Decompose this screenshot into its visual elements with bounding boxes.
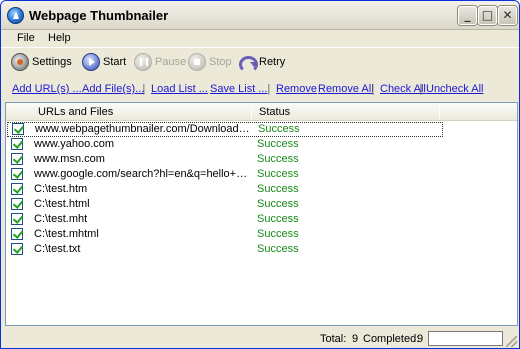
table-row[interactable]: www.webpagethumbnailer.com/Download.html…	[7, 122, 443, 137]
load-list-link[interactable]: Load List ...	[151, 83, 208, 95]
row-checkbox[interactable]	[11, 153, 23, 165]
settings-button[interactable]: Settings	[11, 52, 72, 72]
url-cell: www.msn.com	[34, 153, 105, 165]
total-label: Total:	[320, 333, 347, 345]
status-cell: Success	[257, 243, 299, 255]
pause-button[interactable]: Pause	[134, 52, 186, 72]
total-value: 9	[352, 333, 359, 345]
remove-link[interactable]: Remove	[276, 83, 317, 95]
status-cell: Success	[257, 213, 299, 225]
play-icon	[82, 53, 100, 71]
row-checkbox[interactable]	[11, 138, 23, 150]
status-cell: Success	[258, 123, 300, 135]
url-cell: C:\test.htm	[34, 183, 88, 195]
column-divider[interactable]	[439, 105, 440, 119]
status-cell: Success	[257, 153, 299, 165]
close-button[interactable]: ✕	[498, 6, 517, 25]
resize-grip[interactable]	[506, 336, 517, 347]
status-cell: Success	[257, 198, 299, 210]
column-divider[interactable]	[251, 105, 252, 119]
table-row[interactable]: www.msn.com Success	[6, 152, 446, 167]
table-row[interactable]: C:\test.mht Success	[6, 212, 446, 227]
completed-label: Completed:	[363, 333, 420, 345]
url-list[interactable]: URLs and Files Status www.webpagethumbna…	[5, 102, 518, 326]
table-row[interactable]: C:\test.html Success	[6, 197, 446, 212]
settings-icon	[11, 53, 29, 71]
settings-label: Settings	[32, 56, 72, 68]
row-checkbox[interactable]	[11, 168, 23, 180]
toolbar: Settings Start Pause Stop Retry	[1, 47, 519, 74]
title-bar[interactable]: Webpage Thumbnailer _ □ ✕	[1, 1, 519, 30]
minimize-button[interactable]: _	[458, 6, 477, 25]
url-cell: C:\test.mht	[34, 213, 88, 225]
status-cell: Success	[257, 183, 299, 195]
table-row[interactable]: C:\test.mhtml Success	[6, 227, 446, 242]
link-separator: |	[419, 82, 423, 95]
retry-button[interactable]: Retry	[238, 52, 286, 73]
table-row[interactable]: www.yahoo.com Success	[6, 137, 446, 152]
column-header-urls[interactable]: URLs and Files	[38, 106, 113, 118]
url-cell: www.google.com/search?hl=en&q=hello+worl…	[34, 168, 250, 180]
status-cell: Success	[257, 228, 299, 240]
app-window: Webpage Thumbnailer _ □ ✕ File Help Sett…	[0, 0, 520, 349]
row-checkbox[interactable]	[11, 228, 23, 240]
link-separator: |	[142, 82, 146, 95]
status-bar: Total: 9 Completed: 9	[1, 328, 519, 348]
add-urls-link[interactable]: Add URL(s) ...	[12, 83, 82, 95]
url-cell: C:\test.mhtml	[34, 228, 99, 240]
table-row[interactable]: C:\test.txt Success	[6, 242, 446, 257]
save-list-link[interactable]: Save List ...	[210, 83, 267, 95]
progress-bar	[428, 331, 503, 346]
table-row[interactable]: www.google.com/search?hl=en&q=hello+worl…	[6, 167, 446, 182]
list-header: URLs and Files Status	[6, 103, 517, 121]
row-checkbox[interactable]	[11, 198, 23, 210]
stop-button[interactable]: Stop	[188, 52, 232, 72]
column-header-status[interactable]: Status	[259, 106, 290, 118]
retry-label: Retry	[259, 56, 286, 68]
url-cell: C:\test.txt	[34, 243, 81, 255]
pause-label: Pause	[155, 56, 187, 68]
stop-icon	[188, 53, 206, 71]
start-button[interactable]: Start	[82, 52, 126, 72]
add-files-link[interactable]: Add File(s)...	[82, 83, 144, 95]
url-cell: www.webpagethumbnailer.com/Download.html	[35, 123, 251, 135]
retry-icon	[238, 53, 258, 73]
url-cell: www.yahoo.com	[34, 138, 115, 150]
remove-all-link[interactable]: Remove All	[318, 83, 374, 95]
pause-icon	[134, 53, 152, 71]
completed-value: 9	[417, 333, 424, 345]
row-checkbox[interactable]	[11, 183, 23, 195]
start-label: Start	[103, 56, 127, 68]
stop-label: Stop	[209, 56, 232, 68]
app-icon	[7, 7, 24, 24]
link-separator: |	[267, 82, 271, 95]
status-cell: Success	[257, 168, 299, 180]
link-separator: |	[371, 82, 375, 95]
uncheck-all-link[interactable]: Uncheck All	[426, 83, 483, 95]
table-row[interactable]: C:\test.htm Success	[6, 182, 446, 197]
menu-file[interactable]: File	[17, 32, 35, 44]
action-link-bar: Add URL(s) ... Add File(s)... | Load Lis…	[1, 78, 519, 100]
url-cell: C:\test.html	[34, 198, 90, 210]
row-checkbox[interactable]	[11, 213, 23, 225]
maximize-button[interactable]: □	[478, 6, 497, 25]
menu-bar: File Help	[1, 30, 519, 47]
window-title: Webpage Thumbnailer	[29, 8, 169, 23]
status-cell: Success	[257, 138, 299, 150]
row-checkbox[interactable]	[11, 243, 23, 255]
menu-help[interactable]: Help	[48, 32, 71, 44]
row-checkbox[interactable]	[12, 123, 24, 135]
